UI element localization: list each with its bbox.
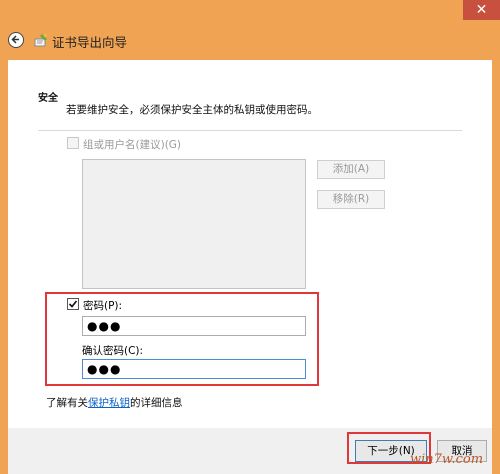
window-title: 证书导出向导 [52,35,128,50]
section-title: 安全 [38,93,58,104]
group-or-user-list[interactable] [82,159,306,289]
section-description: 若要维护安全，必须保护安全主体的私钥或使用密码。 [66,104,318,116]
info-suffix: 的详细信息 [130,397,183,409]
title-bar: 证书导出向导 [0,20,500,60]
group-or-user-label: 组或用户名(建议)(G) [83,139,182,151]
add-button[interactable]: 添加(A) [317,160,385,179]
info-text: 了解有关保护私钥的详细信息 [46,395,183,410]
password-highlight-box [45,292,319,386]
divider [38,130,462,131]
remove-button[interactable]: 移除(R) [317,190,385,209]
group-or-user-checkbox[interactable] [67,137,79,149]
watermark: win7w.com [410,452,484,467]
close-button[interactable]: ✕ [463,0,500,20]
info-prefix: 了解有关 [46,397,88,409]
back-arrow-icon [11,35,19,44]
back-button[interactable] [8,32,24,48]
protect-private-key-link[interactable]: 保护私钥 [88,397,130,409]
certificate-wizard-icon [34,34,47,47]
close-icon: ✕ [475,2,488,18]
